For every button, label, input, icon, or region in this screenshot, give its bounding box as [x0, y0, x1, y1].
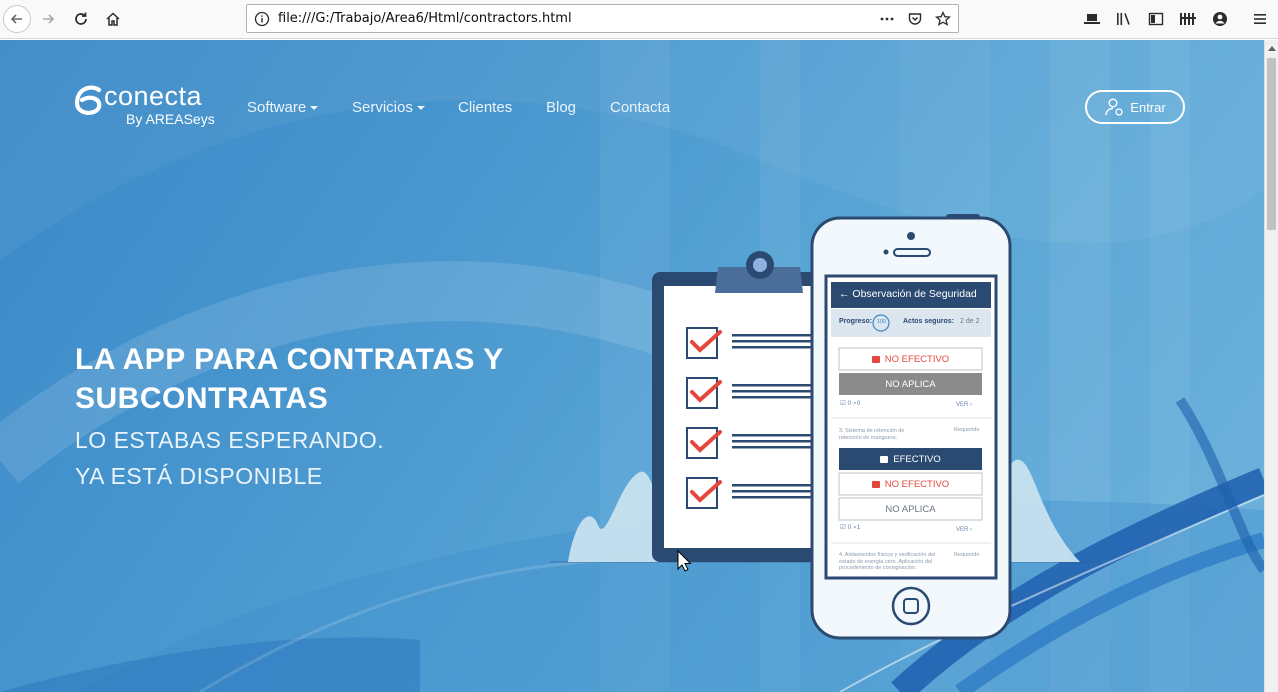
checks-count: 0 [847, 524, 852, 531]
effective-label: EFECTIVO [893, 453, 941, 465]
back-button[interactable] [3, 5, 31, 33]
required-label: Requerido [954, 552, 980, 558]
item-counts: ☑ 0 ⌕1 [840, 523, 860, 532]
not-effective-button[interactable]: NO EFECTIVO [839, 348, 982, 370]
required-label: Requerido [954, 427, 980, 433]
arrow-left-icon [10, 14, 22, 24]
not-effective-label: NO EFECTIVO [884, 353, 950, 365]
safe-acts-value: 2 de 2 [960, 318, 980, 325]
thumbs-down-icon [871, 355, 880, 363]
ver-link[interactable]: VER › [956, 527, 972, 533]
effective-button[interactable]: EFECTIVO [839, 448, 982, 470]
arrow-left-icon: ← [839, 288, 850, 300]
attachments-count: 1 [856, 524, 861, 531]
info-icon[interactable] [252, 9, 272, 29]
item4-title: 4. Aislamientos físicos y verificación d… [839, 552, 936, 571]
menu-icon[interactable] [1250, 9, 1270, 29]
progress-label: Progreso: [839, 318, 873, 325]
extension-icon[interactable] [1178, 9, 1198, 29]
url-bar[interactable]: file:///G:/Trabajo/Area6/Html/contractor… [246, 4, 959, 33]
home-icon [106, 12, 120, 26]
page-scrollbar[interactable] [1264, 40, 1278, 692]
url-text[interactable]: file:///G:/Trabajo/Area6/Html/contractor… [278, 11, 572, 26]
phone-header-title: Observación de Seguridad [852, 288, 977, 300]
reload-icon [75, 12, 87, 25]
bookmark-star-icon[interactable] [933, 9, 953, 29]
account-icon[interactable] [1210, 9, 1230, 29]
sidebar-icon[interactable] [1146, 9, 1166, 29]
forward-button[interactable] [34, 5, 62, 33]
page-viewport: conecta By AREASeys Software Servicios C… [0, 40, 1264, 692]
checks-count: 0 [847, 400, 852, 407]
attachments-count: 0 [856, 400, 861, 407]
not-effective-label: NO EFECTIVO [884, 478, 950, 490]
phone-header: ← Observación de Seguridad [839, 288, 977, 300]
not-applicable-button[interactable]: NO APLICA [839, 498, 982, 520]
not-effective-button[interactable]: NO EFECTIVO [839, 473, 982, 495]
ellipsis-icon[interactable] [877, 9, 897, 29]
item-counts: ☑ 0 ⌕0 [840, 399, 860, 408]
scroll-thumb[interactable] [1267, 58, 1276, 230]
not-applicable-button[interactable]: NO APLICA [839, 373, 982, 395]
thumbs-up-icon [880, 455, 889, 463]
check-icon: ☑ [840, 400, 846, 407]
safe-acts-label: Actos seguros: [903, 318, 954, 325]
arrow-right-icon [43, 14, 55, 24]
check-icon: ☑ [840, 524, 846, 531]
browser-toolbar: file:///G:/Trabajo/Area6/Html/contractor… [0, 0, 1278, 39]
scroll-up-icon[interactable] [1265, 40, 1278, 56]
pocket-icon[interactable] [905, 9, 925, 29]
downloads-icon[interactable] [1082, 9, 1102, 29]
ver-link[interactable]: VER › [956, 402, 972, 408]
reload-button[interactable] [67, 5, 95, 33]
progress-value: 100 [876, 319, 887, 325]
home-button[interactable] [99, 5, 127, 33]
item3-title: 3. Sistema de retención de retención de … [839, 428, 905, 441]
phone-illustration [810, 214, 1012, 640]
library-icon[interactable] [1114, 9, 1134, 29]
hero-illustration [550, 214, 1100, 640]
thumbs-down-icon [871, 480, 880, 488]
not-applicable-label: NO APLICA [885, 503, 936, 515]
not-applicable-label: NO APLICA [885, 378, 936, 390]
